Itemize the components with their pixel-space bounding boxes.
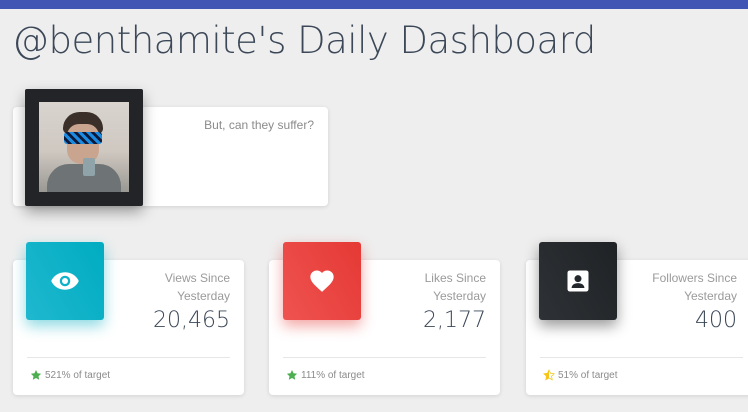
avatar-frame [25, 89, 143, 206]
card-divider [283, 357, 486, 358]
likes-label: Likes Since Yesterday [424, 271, 486, 303]
followers-value: 400 [695, 308, 737, 333]
star-filled-icon [286, 370, 298, 380]
star-half-icon [543, 369, 555, 381]
card-divider [27, 357, 230, 358]
star-filled-icon [30, 370, 42, 380]
views-value: 20,465 [153, 308, 230, 333]
views-icon-box [26, 242, 104, 320]
views-footer: 521% of target [30, 369, 110, 381]
eye-icon [51, 272, 79, 290]
avatar [39, 102, 129, 192]
likes-footer: 111% of target [286, 369, 365, 381]
followers-footer-text: 51% of target [558, 369, 618, 381]
followers-footer: 51% of target [543, 369, 617, 381]
profile-tagline: But, can they suffer? [204, 118, 314, 132]
card-divider [540, 357, 743, 358]
likes-icon-box [283, 242, 361, 320]
views-label: Views Since Yesterday [164, 271, 230, 303]
contact-card-icon [567, 270, 589, 292]
followers-icon-box [539, 242, 617, 320]
heart-icon [310, 270, 334, 292]
views-footer-text: 521% of target [45, 369, 111, 381]
followers-label: Followers Since Yesterday [652, 271, 737, 303]
likes-footer-text: 111% of target [301, 369, 365, 381]
likes-value: 2,177 [423, 308, 486, 333]
top-accent-bar [0, 0, 748, 9]
dashboard-page: @benthamite's Daily Dashboard But, can t… [0, 0, 748, 412]
page-title: @benthamite's Daily Dashboard [12, 19, 596, 62]
